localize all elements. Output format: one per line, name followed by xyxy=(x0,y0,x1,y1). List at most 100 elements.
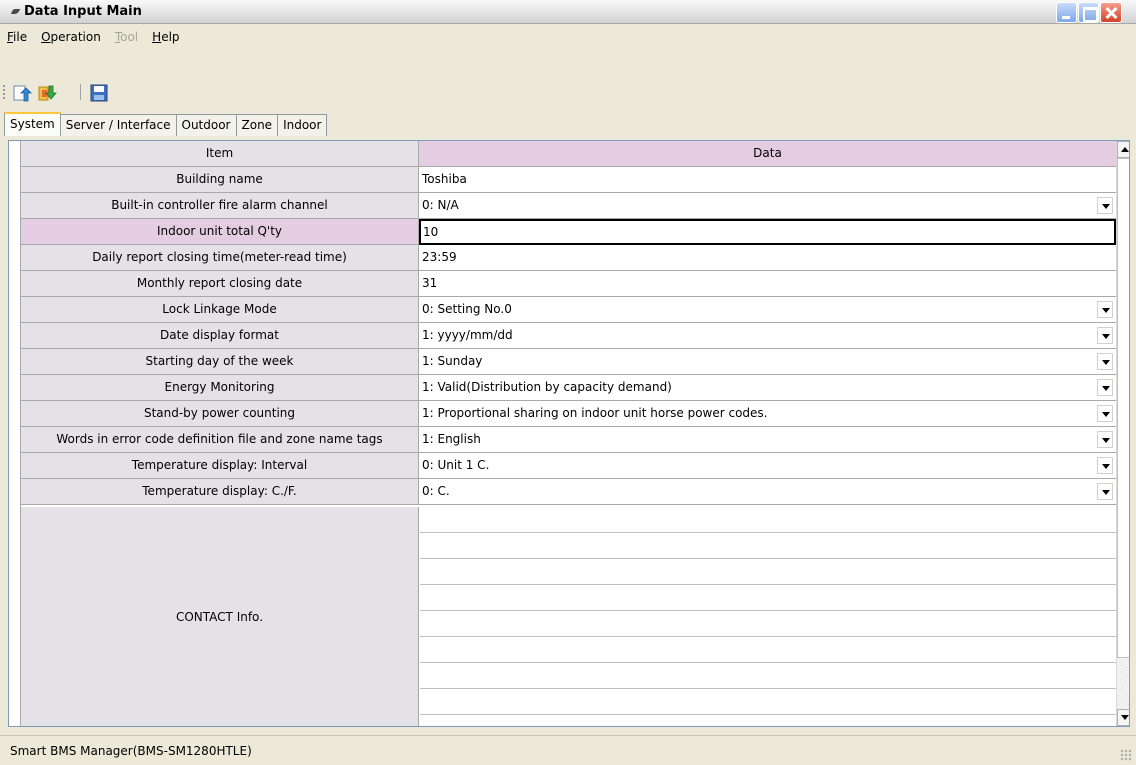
data-input[interactable]: 10 xyxy=(419,219,1116,245)
tab-zone[interactable]: Zone xyxy=(235,114,279,136)
data-value: 1: yyyy/mm/dd xyxy=(422,328,513,342)
table-row[interactable]: Date display format 1: yyyy/mm/dd xyxy=(21,323,1116,349)
import-icon[interactable] xyxy=(10,82,32,104)
tab-server-interface[interactable]: Server / Interface xyxy=(59,114,177,136)
scroll-up-button[interactable] xyxy=(1117,141,1129,158)
dropdown-arrow-icon[interactable] xyxy=(1097,457,1113,474)
data-value: 1: Valid(Distribution by capacity demand… xyxy=(422,380,672,394)
data-value: 1: English xyxy=(422,432,481,446)
menu-operation[interactable]: Operation xyxy=(34,27,108,47)
item-cell: Temperature display: C./F. xyxy=(21,479,419,505)
data-value: 23:59 xyxy=(422,250,457,264)
data-input[interactable]: 23:59 xyxy=(419,245,1116,271)
item-cell: Building name xyxy=(21,167,419,193)
data-value: 1: Sunday xyxy=(422,354,483,368)
table-row[interactable]: Indoor unit total Q'ty 10 xyxy=(21,219,1116,245)
contact-info-line[interactable] xyxy=(420,584,1116,585)
toolbar-separator xyxy=(80,84,81,100)
table-row[interactable]: Starting day of the week 1: Sunday xyxy=(21,349,1116,375)
minimize-button[interactable] xyxy=(1056,2,1077,23)
table-row[interactable]: Energy Monitoring 1: Valid(Distribution b… xyxy=(21,375,1116,401)
data-select[interactable]: 1: Proportional sharing on indoor unit h… xyxy=(419,401,1116,427)
data-select[interactable]: 0: N/A xyxy=(419,193,1116,219)
status-text: Smart BMS Manager(BMS-SM1280HTLE) xyxy=(10,744,252,758)
toolbar-grip[interactable] xyxy=(3,85,5,101)
table-row[interactable]: Built-in controller fire alarm channel 0:… xyxy=(21,193,1116,219)
export-icon[interactable] xyxy=(36,82,58,104)
dropdown-arrow-icon[interactable] xyxy=(1097,483,1113,500)
dropdown-arrow-icon[interactable] xyxy=(1097,379,1113,396)
table-row[interactable]: Daily report closing time(meter-read tim… xyxy=(21,245,1116,271)
column-header-item[interactable]: Item xyxy=(21,141,419,167)
resize-grip[interactable] xyxy=(1120,749,1132,761)
item-cell: Stand-by power counting xyxy=(21,401,419,427)
scroll-down-button[interactable] xyxy=(1117,709,1129,726)
table-row[interactable]: Temperature display: C./F. 0: C. xyxy=(21,479,1116,505)
item-cell: Temperature display: Interval xyxy=(21,453,419,479)
dropdown-arrow-icon[interactable] xyxy=(1097,301,1113,318)
scroll-thumb[interactable] xyxy=(1117,158,1129,658)
data-value: 1: Proportional sharing on indoor unit h… xyxy=(422,406,768,420)
menu-file[interactable]: File xyxy=(0,27,34,47)
table-row[interactable]: Monthly report closing date 31 xyxy=(21,271,1116,297)
data-value: Toshiba xyxy=(422,172,467,186)
data-value: 0: N/A xyxy=(422,198,459,212)
data-value: 0: C. xyxy=(422,484,450,498)
contact-info-line[interactable] xyxy=(420,532,1116,533)
menu-tool: Tool xyxy=(114,30,139,44)
row-header-gutter xyxy=(9,141,21,726)
table-row[interactable]: Lock Linkage Mode 0: Setting No.0 xyxy=(21,297,1116,323)
contact-info-line[interactable] xyxy=(420,558,1116,559)
dropdown-arrow-icon[interactable] xyxy=(1097,327,1113,344)
table-row[interactable]: Words in error code definition file and … xyxy=(21,427,1116,453)
data-input[interactable]: 31 xyxy=(419,271,1116,297)
status-bar: Smart BMS Manager(BMS-SM1280HTLE) xyxy=(0,735,1136,765)
app-icon xyxy=(10,9,21,14)
tab-indoor[interactable]: Indoor xyxy=(277,114,328,136)
maximize-button[interactable] xyxy=(1078,2,1099,23)
column-header-data[interactable]: Data xyxy=(419,141,1116,167)
item-cell: Energy Monitoring xyxy=(21,375,419,401)
settings-grid: Item Data Building name Toshiba Built-in c… xyxy=(8,140,1130,727)
contact-info-line[interactable] xyxy=(420,688,1116,689)
data-select[interactable]: 0: C. xyxy=(419,479,1116,505)
data-select[interactable]: 0: Setting No.0 xyxy=(419,297,1116,323)
dropdown-arrow-icon[interactable] xyxy=(1097,405,1113,422)
window-title: Data Input Main xyxy=(24,4,142,19)
table-row[interactable]: Building name Toshiba xyxy=(21,167,1116,193)
dropdown-arrow-icon[interactable] xyxy=(1097,353,1113,370)
data-select[interactable]: 0: Unit 1 C. xyxy=(419,453,1116,479)
item-cell: Daily report closing time(meter-read tim… xyxy=(21,245,419,271)
contact-info-line[interactable] xyxy=(420,714,1116,715)
data-select[interactable]: 1: English xyxy=(419,427,1116,453)
tab-system[interactable]: System xyxy=(4,112,61,136)
table-row[interactable]: Stand-by power counting 1: Proportional s… xyxy=(21,401,1116,427)
contact-info-line[interactable] xyxy=(420,610,1116,611)
data-value: 10 xyxy=(423,225,439,239)
data-input[interactable]: Toshiba xyxy=(419,167,1116,193)
close-button[interactable] xyxy=(1100,2,1122,23)
dropdown-arrow-icon[interactable] xyxy=(1097,197,1113,214)
data-select[interactable]: 1: Valid(Distribution by capacity demand… xyxy=(419,375,1116,401)
tab-outdoor[interactable]: Outdoor xyxy=(175,114,237,136)
contact-info-line[interactable] xyxy=(420,662,1116,663)
data-select[interactable]: 1: Sunday xyxy=(419,349,1116,375)
toolbar xyxy=(0,79,1136,106)
table-row[interactable]: Temperature display: Interval 0: Unit 1 C… xyxy=(21,453,1116,479)
contact-info-line[interactable] xyxy=(420,636,1116,637)
item-cell: Words in error code definition file and … xyxy=(21,427,419,453)
grid-header-row: Item Data xyxy=(21,141,1116,167)
item-cell: Built-in controller fire alarm channel xyxy=(21,193,419,219)
menu-bar: File Operation Tool Help xyxy=(0,27,1136,47)
dropdown-arrow-icon[interactable] xyxy=(1097,431,1113,448)
contact-info-label: CONTACT Info. xyxy=(21,507,419,726)
item-cell: Starting day of the week xyxy=(21,349,419,375)
save-icon[interactable] xyxy=(88,82,110,104)
data-select[interactable]: 1: yyyy/mm/dd xyxy=(419,323,1116,349)
item-cell: Indoor unit total Q'ty xyxy=(21,219,419,245)
vertical-scrollbar[interactable] xyxy=(1116,141,1129,726)
title-bar[interactable]: Data Input Main xyxy=(0,0,1136,24)
data-value: 0: Setting No.0 xyxy=(422,302,512,316)
data-value: 31 xyxy=(422,276,438,290)
menu-help[interactable]: Help xyxy=(145,27,186,47)
